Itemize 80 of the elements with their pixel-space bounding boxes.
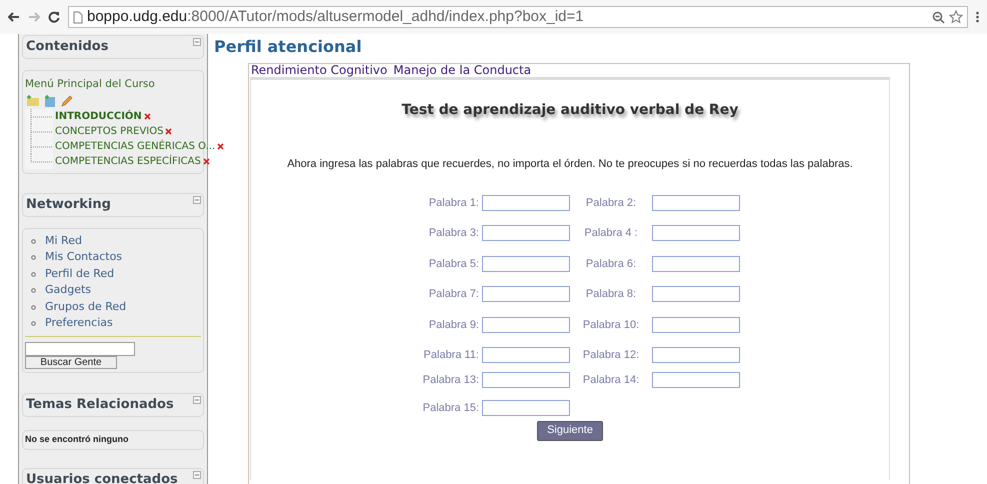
- bullet-icon: [31, 321, 36, 326]
- panel-tab[interactable]: Rendimiento Cognitivo: [250, 61, 388, 79]
- network-link[interactable]: Gadgets: [45, 282, 92, 299]
- field-label: Palabra 2:: [584, 196, 638, 210]
- url-text: boppo.udg.edu:8000/ATutor/mods/altusermodel_adhd/index.php?box_id=1: [87, 6, 585, 27]
- word-field[interactable]: [652, 194, 740, 211]
- field-label: Palabra 15:: [422, 401, 480, 416]
- collapse-icon[interactable]: [193, 470, 201, 479]
- network-link[interactable]: Preferencias: [45, 315, 113, 332]
- field-label: Palabra 12:: [582, 348, 640, 363]
- field-label: Palabra 1:: [428, 196, 480, 210]
- star-icon[interactable]: [949, 10, 963, 24]
- word-field[interactable]: [482, 347, 570, 364]
- field-label: Palabra 14:: [582, 372, 640, 388]
- menu-title: Menú Principal del Curso: [25, 77, 156, 92]
- network-link[interactable]: Perfil de Red: [45, 266, 114, 282]
- field-label: Palabra 3:: [428, 226, 480, 241]
- bullet-icon: [31, 288, 36, 293]
- word-field[interactable]: [482, 372, 570, 388]
- back-icon[interactable]: [8, 12, 20, 22]
- field-label: Palabra 4 :: [583, 226, 639, 241]
- collapse-icon[interactable]: [193, 196, 201, 204]
- menu-link[interactable]: CONCEPTOS PREVIOS: [55, 124, 164, 139]
- field-label: Palabra 5:: [428, 256, 480, 272]
- box-header: Contenidos: [22, 35, 204, 59]
- search-field[interactable]: [25, 342, 135, 356]
- bullet-icon: [31, 255, 36, 260]
- word-field[interactable]: [482, 316, 570, 333]
- menu-link[interactable]: COMPETENCIAS ESPECÍFICAS: [55, 154, 201, 169]
- folder-icon[interactable]: [27, 94, 39, 106]
- word-field[interactable]: [652, 347, 740, 364]
- bullet-icon: [31, 272, 36, 276]
- document-icon[interactable]: [44, 94, 56, 107]
- network-link[interactable]: Mi Red: [45, 232, 82, 250]
- word-field[interactable]: [652, 372, 740, 388]
- field-label: Palabra 6:: [584, 256, 638, 272]
- word-field[interactable]: [482, 194, 570, 211]
- box-header: Networking: [22, 192, 204, 217]
- test-heading: Test de aprendizaje auditivo verbal de Rey: [402, 101, 738, 120]
- word-field[interactable]: [652, 316, 740, 333]
- address-bar[interactable]: boppo.udg.edu:8000/ATutor/mods/altusermodel_adhd/index.php?box_id=1: [68, 6, 968, 28]
- word-field[interactable]: [652, 225, 740, 242]
- field-label: Palabra 8:: [584, 287, 638, 302]
- word-field[interactable]: [482, 256, 570, 272]
- field-label: Palabra 10:: [582, 318, 640, 332]
- delete-icon[interactable]: [144, 112, 151, 120]
- page-icon: [73, 10, 83, 24]
- field-label: Palabra 13:: [422, 372, 480, 388]
- delete-icon[interactable]: [165, 128, 172, 135]
- instructions-text: Ahora ingresa las palabras que recuerdes, no importa el órden. No te preocupes si no recuerdas todas las palabras.: [287, 157, 853, 172]
- delete-icon[interactable]: [202, 158, 210, 165]
- field-label: Palabra 7:: [428, 287, 480, 302]
- page-title: Perfil atencional: [214, 36, 363, 58]
- collapse-icon[interactable]: [193, 396, 201, 404]
- word-field[interactable]: [482, 400, 570, 416]
- field-label: Palabra 11:: [422, 348, 480, 363]
- network-link[interactable]: Mis Contactos: [45, 249, 122, 266]
- word-field[interactable]: [482, 225, 570, 242]
- box-header: Temas Relacionados: [22, 392, 204, 417]
- menu-link[interactable]: COMPETENCIAS GENÉRICAS O...: [55, 138, 216, 154]
- field-label: Palabra 9:: [428, 318, 480, 332]
- box-header: Usuarios conectados: [22, 468, 204, 484]
- word-field[interactable]: [652, 256, 740, 272]
- bullet-icon: [31, 304, 36, 310]
- collapse-icon[interactable]: [193, 38, 201, 46]
- search-button[interactable]: Buscar Gente: [25, 356, 117, 369]
- panel-tab[interactable]: Manejo de la Conducta: [392, 61, 532, 79]
- delete-icon[interactable]: [217, 142, 224, 150]
- pencil-icon[interactable]: [61, 94, 73, 107]
- word-field[interactable]: [482, 286, 570, 302]
- next-button[interactable]: Siguiente: [537, 420, 603, 440]
- word-field[interactable]: [652, 286, 740, 302]
- forward-icon[interactable]: [28, 12, 40, 22]
- network-link[interactable]: Grupos de Red: [45, 298, 126, 316]
- menu-link[interactable]: INTRODUCCIÓN: [55, 108, 142, 124]
- reload-icon[interactable]: [48, 11, 60, 23]
- menu-icon[interactable]: [976, 11, 979, 23]
- bullet-icon: [31, 238, 36, 244]
- empty-message: No se encontró ninguno: [25, 433, 128, 446]
- zoom-icon[interactable]: [932, 10, 945, 24]
